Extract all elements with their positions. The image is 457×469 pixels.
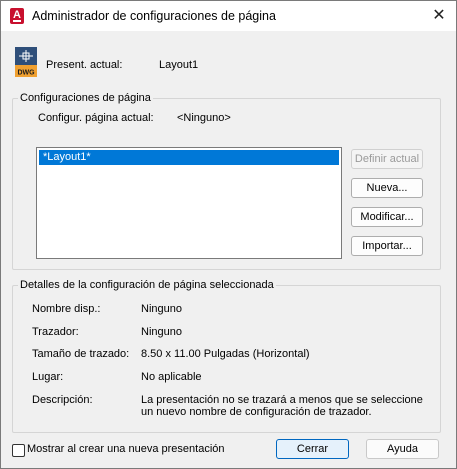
description-line-2: un nuevo nombre de configuración de traz… [141, 406, 372, 418]
svg-text:DWG: DWG [17, 70, 35, 77]
help-button[interactable]: Ayuda [366, 439, 439, 459]
current-presentation-label: Present. actual: [46, 59, 123, 71]
current-page-setup-value: <Ninguno> [177, 112, 231, 124]
title-bar: A Administrador de configuraciones de pá… [1, 1, 456, 31]
description-label: Descripción: [32, 394, 93, 406]
details-group-title: Detalles de la configuración de página s… [18, 279, 276, 291]
close-button[interactable]: Cerrar [276, 439, 349, 459]
page-setup-manager-dialog: A Administrador de configuraciones de pá… [0, 0, 457, 469]
show-on-new-layout-checkbox[interactable] [12, 444, 25, 457]
plot-size-label: Tamaño de trazado: [32, 348, 130, 360]
dwg-file-icon: DWG [15, 47, 37, 77]
description-line-1: La presentación no se trazará a menos qu… [141, 394, 423, 406]
current-presentation-value: Layout1 [159, 59, 199, 71]
close-icon[interactable]: ✕ [426, 4, 452, 28]
new-button[interactable]: Nueva... [351, 178, 423, 198]
current-page-setup-label: Configur. página actual: [38, 112, 154, 124]
list-item[interactable]: *Layout1* [39, 150, 339, 165]
device-name-value: Ninguno [141, 303, 182, 315]
autocad-app-icon: A [10, 8, 24, 24]
device-name-label: Nombre disp.: [32, 303, 101, 315]
plotter-label: Trazador: [32, 326, 79, 338]
page-setups-list[interactable]: *Layout1* [36, 147, 342, 259]
set-current-button[interactable]: Definir actual [351, 149, 423, 169]
plotter-value: Ninguno [141, 326, 182, 338]
where-label: Lugar: [32, 371, 64, 383]
where-value: No aplicable [141, 371, 202, 383]
import-button[interactable]: Importar... [351, 236, 423, 256]
show-on-new-layout-label[interactable]: Mostrar al crear una nueva presentación [27, 443, 225, 455]
window-title: Administrador de configuraciones de pági… [32, 9, 276, 23]
modify-button[interactable]: Modificar... [351, 207, 423, 227]
plot-size-value: 8.50 x 11.00 Pulgadas (Horizontal) [141, 348, 310, 360]
page-setups-group-title: Configuraciones de página [18, 92, 153, 104]
